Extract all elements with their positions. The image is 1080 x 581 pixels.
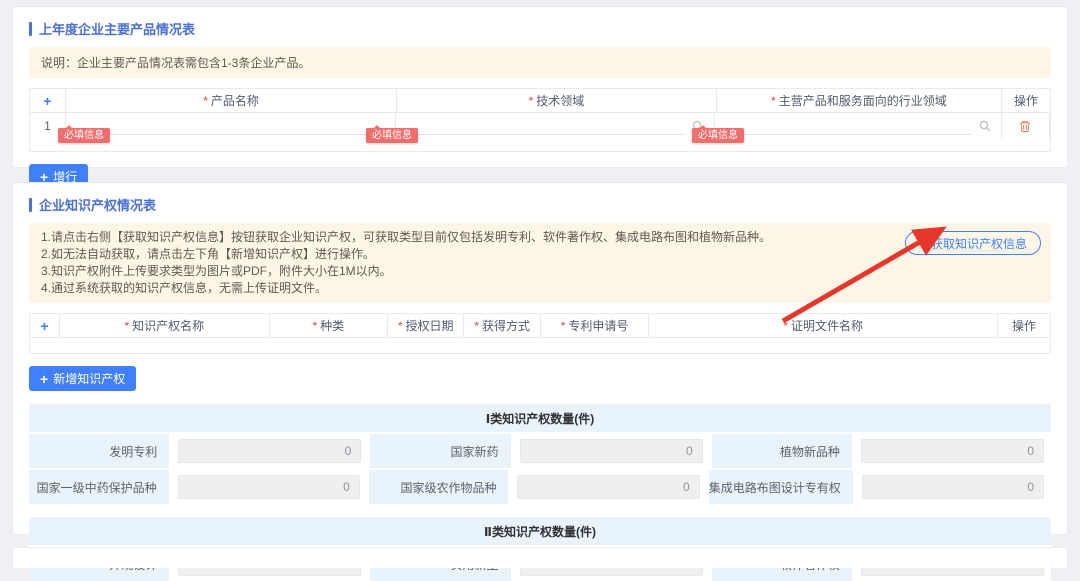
operation-header: 操作 [998,314,1050,337]
ip-method-header: * 获得方式 [464,314,541,337]
tech-field-input[interactable] [406,117,685,135]
ip-patent-no-header: * 专利申请号 [541,314,649,337]
tech-field-cell [396,113,715,139]
fetch-ip-info-button[interactable]: + 获取知识产权信息 [905,231,1041,255]
add-ip-button[interactable]: + 新增知识产权 [29,366,136,391]
national-crop-variety-cell: 0 [510,470,708,504]
required-badge: 必填信息 [58,128,110,143]
product-name-header: * 产品名称 [66,89,397,112]
ip-note-line: 4.通过系统获取的知识产权信息，无需上传证明文件。 [41,280,1039,297]
required-mark: * [474,319,479,333]
count-row: 发明专利 0 国家新药 0 植物新品种 0 [29,434,1051,470]
table-footer-spacer [30,139,1050,151]
national-new-drug-count: 0 [520,439,703,463]
ip-section-title-text: 企业知识产权情况表 [39,195,156,214]
operation-cell [1002,113,1050,139]
class1-title: Ⅰ类知识产权数量(件) [29,404,1051,434]
ip-note-line: 3.知识产权附件上传要求类型为图片或PDF，附件大小在1M以内。 [41,263,1039,280]
add-column-header: + [30,314,60,337]
ip-name-header: * 知识产权名称 [60,314,270,337]
tech-field-header: * 技术领域 [397,89,717,112]
new-plant-variety-cell: 0 [854,434,1051,468]
product-name-cell [66,113,396,139]
required-badge: 必填信息 [366,128,418,143]
invention-patent-count: 0 [178,439,361,463]
national-new-drug-label: 国家新药 [370,434,512,468]
section-title-bar [29,198,32,212]
new-plant-variety-label: 植物新品种 [712,434,854,468]
ic-layout-design-cell: 0 [855,470,1051,504]
plus-icon[interactable]: + [40,319,48,333]
class1-ip-count-block: Ⅰ类知识产权数量(件) 发明专利 0 国家新药 0 植物新品种 0 国家一级中药… [29,404,1051,504]
industry-field-header: * 主营产品和服务面向的行业领域 [717,89,1002,112]
products-section-title-text: 上年度企业主要产品情况表 [39,19,195,38]
required-badge: 必填信息 [692,128,744,143]
ip-table-empty-area [30,338,1050,353]
ip-table: + * 知识产权名称 * 种类 * 授权日期 * 获得方式 * 专利申请号 [29,313,1051,354]
ip-note-line: 2.如无法自动获取，请点击左下角【新增知识产权】进行操作。 [41,246,1039,263]
national-crop-variety-count: 0 [517,475,699,499]
ip-table-header: + * 知识产权名称 * 种类 * 授权日期 * 获得方式 * 专利申请号 [30,314,1050,338]
required-mark: * [203,94,208,108]
products-table-header: + * 产品名称 * 技术领域 * 主营产品和服务面向的行业领域 操作 [30,89,1050,113]
products-note: 说明：企业主要产品情况表需包含1-3条企业产品。 [29,47,1051,78]
required-mark: * [312,319,317,333]
required-mark: * [561,319,566,333]
industry-field-input[interactable] [725,117,972,135]
operation-header: 操作 [1002,89,1050,112]
required-mark: * [398,319,403,333]
ip-section-title: 企业知识产权情况表 [29,195,1051,214]
ip-note-line: 1.请点击右侧【获取知识产权信息】按钮获取企业知识产权，可获取类型目前仅包括发明… [41,229,1039,246]
next-section-card-edge [12,547,1068,568]
invention-patent-label: 发明专利 [29,434,171,468]
products-table: + * 产品名称 * 技术领域 * 主营产品和服务面向的行业领域 操作 1 [29,88,1051,152]
required-mark: * [124,319,129,333]
ic-layout-design-count: 0 [862,475,1044,499]
invention-patent-cell: 0 [171,434,370,468]
new-plant-variety-count: 0 [861,439,1044,463]
section-title-bar [29,22,32,36]
national-new-drug-cell: 0 [513,434,712,468]
ip-auth-date-header: * 授权日期 [388,314,465,337]
plus-icon: + [919,236,927,250]
required-mark: * [529,94,534,108]
plus-icon: + [40,372,48,386]
ic-layout-design-label: 集成电路布图设计专有权 [709,470,855,504]
product-name-input[interactable] [76,117,385,135]
ip-cert-header: * 证明文件名称 [649,314,998,337]
tcm-protection-count: 0 [178,475,360,499]
products-section-card: 上年度企业主要产品情况表 说明：企业主要产品情况表需包含1-3条企业产品。 + … [12,6,1068,168]
products-section-title: 上年度企业主要产品情况表 [29,19,1051,38]
trash-icon[interactable] [1019,120,1031,133]
plus-icon[interactable]: + [43,94,51,108]
class2-title: Ⅱ类知识产权数量(件) [29,517,1051,547]
tcm-protection-label: 国家一级中药保护品种 [29,470,171,504]
required-mark: * [771,94,776,108]
industry-field-cell [715,113,1002,139]
ip-kind-header: * 种类 [270,314,388,337]
ip-notes: 1.请点击右侧【获取知识产权信息】按钮获取企业知识产权，可获取类型目前仅包括发明… [29,223,1051,303]
count-row: 国家一级中药保护品种 0 国家级农作物品种 0 集成电路布图设计专有权 0 [29,470,1051,504]
national-crop-variety-label: 国家级农作物品种 [369,470,511,504]
product-table-row: 1 必填信息 必填信息 [30,113,1050,139]
tcm-protection-cell: 0 [171,470,369,504]
add-column-header: + [30,89,66,112]
search-icon[interactable] [979,120,991,132]
ip-section-card: 企业知识产权情况表 1.请点击右侧【获取知识产权信息】按钮获取企业知识产权，可获… [12,182,1068,535]
required-mark: * [783,319,788,333]
